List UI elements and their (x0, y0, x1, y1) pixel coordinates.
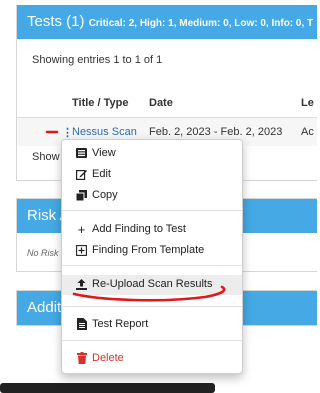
menu-view-label: View (92, 147, 116, 159)
menu-test-report-label: Test Report (92, 318, 149, 330)
menu-divider (62, 306, 242, 307)
menu-finding-template-label: Finding From Template (92, 244, 205, 256)
menu-copy-label: Copy (92, 189, 118, 201)
list-icon (76, 148, 87, 159)
trash-icon (76, 352, 87, 364)
menu-reupload-label: Re-Upload Scan Results (92, 278, 213, 290)
menu-item-view[interactable]: View (76, 147, 116, 159)
menu-delete-label: Delete (92, 352, 124, 364)
menu-divider (62, 210, 242, 211)
tests-panel-heading: Tests (1) Critical: 2, High: 1, Medium: … (17, 5, 317, 39)
menu-add-finding-label: Add Finding to Test (92, 223, 186, 235)
column-date[interactable]: Date (149, 97, 173, 109)
actions-dropdown-menu: View Edit Copy + Add Finding to Test Fin… (61, 139, 243, 374)
show-entries-label: Show (32, 151, 60, 163)
test-title-link[interactable]: Nessus Scan (72, 126, 137, 138)
menu-item-copy[interactable]: Copy (76, 189, 118, 201)
menu-divider (62, 340, 242, 341)
column-title-type[interactable]: Title / Type (72, 97, 128, 109)
upload-icon (76, 278, 87, 290)
tests-severity-summary: Critical: 2, High: 1, Medium: 0, Low: 0,… (88, 18, 314, 29)
test-date: Feb. 2, 2023 - Feb. 2, 2023 (149, 126, 283, 138)
tooltip-bar (0, 383, 215, 393)
menu-item-edit[interactable]: Edit (76, 168, 111, 180)
test-extra: Ac (301, 126, 314, 138)
menu-divider (62, 265, 242, 266)
menu-item-finding-template[interactable]: Finding From Template (76, 244, 204, 256)
plus-icon: + (77, 221, 86, 237)
menu-item-test-report[interactable]: Test Report (76, 318, 148, 330)
file-icon (76, 318, 87, 330)
table-header: Title / Type Date Le (17, 89, 317, 118)
menu-item-add-finding[interactable]: + Add Finding to Test (76, 221, 186, 237)
edit-icon (76, 169, 87, 180)
plus-square-icon (76, 244, 87, 256)
menu-item-delete[interactable]: Delete (76, 352, 124, 364)
copy-icon (76, 189, 87, 201)
tests-title: Tests (1) (27, 13, 85, 30)
entries-info: Showing entries 1 to 1 of 1 (32, 54, 163, 66)
menu-item-reupload-scan[interactable]: Re-Upload Scan Results (76, 278, 212, 290)
menu-edit-label: Edit (92, 168, 111, 180)
column-extra[interactable]: Le (301, 97, 314, 109)
